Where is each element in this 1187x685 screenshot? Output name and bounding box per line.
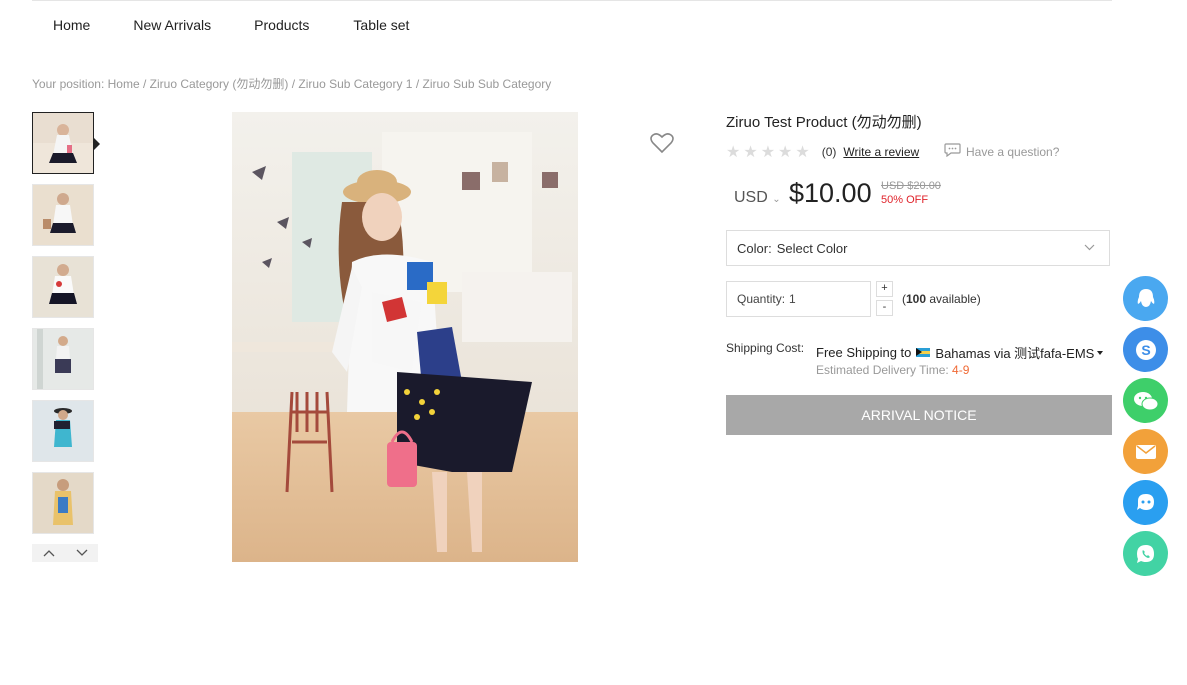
nav-table-set[interactable]: Table set xyxy=(353,17,409,33)
main-nav: Home New Arrivals Products Table set xyxy=(32,17,409,33)
thumbnail[interactable] xyxy=(32,184,94,246)
nav-products[interactable]: Products xyxy=(254,17,309,33)
chevron-down-icon[interactable] xyxy=(76,546,88,560)
email-icon[interactable] xyxy=(1123,429,1168,474)
color-value: Select Color xyxy=(776,240,848,256)
skype-icon[interactable]: S xyxy=(1123,327,1168,372)
star-icon: ★ xyxy=(743,144,758,161)
caret-down-icon xyxy=(1097,350,1104,355)
estimated-label: Estimated Delivery Time: xyxy=(816,363,949,377)
quantity-stepper: + - xyxy=(876,281,893,319)
whatsapp-icon[interactable] xyxy=(1123,531,1168,576)
write-review-link[interactable]: Write a review xyxy=(843,145,919,159)
thumbnail[interactable] xyxy=(32,112,94,174)
quantity-decrease-button[interactable]: - xyxy=(876,300,893,316)
quantity-label: Quantity: xyxy=(737,292,786,306)
nav-home[interactable]: Home xyxy=(53,17,90,33)
stock-availability: (100 available) xyxy=(902,292,981,306)
review-count: (0) xyxy=(821,145,837,159)
breadcrumb-sep: / xyxy=(291,77,296,91)
breadcrumb-sep: / xyxy=(415,77,420,91)
nav-new-arrivals[interactable]: New Arrivals xyxy=(133,17,211,33)
qq-icon[interactable] xyxy=(1123,276,1168,321)
active-thumbnail-pointer xyxy=(94,138,100,150)
available-count: 100 xyxy=(906,292,927,306)
breadcrumb: Your position: Home / Ziruo Category (勿动… xyxy=(32,75,551,92)
currency-label: USD xyxy=(734,189,768,206)
star-icon: ★ xyxy=(778,144,793,161)
thumbnail[interactable] xyxy=(32,328,94,390)
shipping-destination: Bahamas via 测试fafa-EMS xyxy=(935,346,1095,361)
color-select[interactable]: Color: Select Color xyxy=(726,230,1110,266)
product-price: $10.00 xyxy=(789,178,872,208)
shipping-cost-label: Shipping Cost: xyxy=(726,341,805,355)
quantity-field[interactable]: Quantity: 1 xyxy=(726,281,871,317)
estimated-delivery: Estimated Delivery Time: 4-9 xyxy=(816,363,969,377)
top-divider xyxy=(32,0,1112,1)
breadcrumb-sep: / xyxy=(142,77,147,91)
discount-badge: 50% OFF xyxy=(881,194,929,206)
shipping-selector[interactable]: Free Shipping to Bahamas via 测试fafa-EMS xyxy=(816,343,1104,362)
breadcrumb-item-home[interactable]: Home xyxy=(108,77,140,91)
color-label: Color: xyxy=(737,240,772,256)
svg-text:S: S xyxy=(1141,342,1150,358)
messenger-icon[interactable] xyxy=(1123,480,1168,525)
product-main-image[interactable] xyxy=(232,112,578,562)
original-price: USD $20.00 xyxy=(881,180,941,192)
thumbnail-list xyxy=(32,112,94,544)
chevron-up-icon[interactable] xyxy=(43,546,55,560)
chevron-down-icon xyxy=(1084,240,1095,254)
rating-row: ★ ★ ★ ★ ★ (0) Write a review xyxy=(726,142,919,162)
wishlist-heart-icon[interactable] xyxy=(650,132,674,154)
breadcrumb-item-subsubcategory[interactable]: Ziruo Sub Sub Category xyxy=(423,77,552,91)
chat-bubble-icon xyxy=(944,143,961,160)
wechat-icon[interactable] xyxy=(1123,378,1168,423)
estimated-days: 4-9 xyxy=(952,363,970,377)
quantity-increase-button[interactable]: + xyxy=(876,281,893,297)
star-icon: ★ xyxy=(795,144,810,161)
star-icon: ★ xyxy=(760,144,776,161)
thumbnail[interactable] xyxy=(32,400,94,462)
free-shipping-text: Free Shipping to xyxy=(816,345,912,360)
availability-suffix: available) xyxy=(926,292,981,306)
arrival-notice-button[interactable]: ARRIVAL NOTICE xyxy=(726,395,1112,435)
star-icon: ★ xyxy=(726,144,741,161)
thumbnail-pager xyxy=(32,544,98,562)
chevron-down-icon: ⌄ xyxy=(772,194,781,205)
breadcrumb-item-subcategory[interactable]: Ziruo Sub Category 1 xyxy=(298,77,412,91)
currency-selector[interactable]: USD ⌄ xyxy=(734,189,781,207)
thumbnail[interactable] xyxy=(32,472,94,534)
breadcrumb-item-category[interactable]: Ziruo Category (勿动勿删) xyxy=(150,77,289,91)
quantity-value: 1 xyxy=(789,292,796,306)
ask-question-link[interactable]: Have a question? xyxy=(944,143,1059,160)
ask-question-label: Have a question? xyxy=(966,144,1060,159)
bahamas-flag-icon xyxy=(916,348,931,357)
breadcrumb-prefix: Your position: xyxy=(32,77,105,91)
contact-sidebar: S xyxy=(1123,276,1168,582)
thumbnail[interactable] xyxy=(32,256,94,318)
product-title: Ziruo Test Product (勿动勿删) xyxy=(726,114,922,131)
